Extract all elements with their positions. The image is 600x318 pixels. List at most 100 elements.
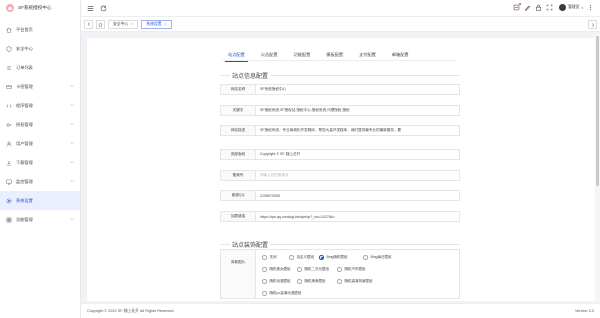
shield-icon [6, 45, 12, 52]
download-icon [6, 160, 12, 166]
field-input[interactable]: SF系统授权中心 [256, 84, 460, 95]
chevron-down-icon[interactable]: ▾ [581, 6, 583, 10]
radio-button[interactable] [337, 267, 342, 272]
site-info-section: 站点信息配置 [220, 71, 460, 83]
sidebar-item[interactable]: 监控管理 [0, 172, 80, 191]
version-label: Version 3.0 [575, 309, 594, 313]
chevron-down-icon [70, 179, 74, 183]
page-tab[interactable]: 系统设置 × [141, 19, 172, 29]
home-icon [6, 27, 12, 33]
avatar[interactable] [559, 4, 567, 11]
background-option-label: 随机高清风景壁纸 [344, 279, 373, 283]
monitor-icon [6, 179, 12, 185]
background-options: 关闭 自定义壁纸 Bing随机壁纸 Bing每日壁纸随机美女壁纸 随机二次元壁纸 随机汽车… [256, 249, 460, 299]
background-option[interactable]: 随机美女壁纸 [262, 267, 291, 272]
radio-button[interactable] [289, 255, 294, 260]
form-row: 底部版权 Copyright © SF-随上花开 [220, 149, 460, 160]
sidebar-item[interactable]: 程序管理 [0, 96, 80, 115]
field-input[interactable]: 2105970390 [256, 190, 460, 201]
menu-toggle-icon[interactable] [86, 4, 94, 12]
theme-icon[interactable] [524, 4, 531, 11]
background-option-label: 随机美食壁纸 [304, 279, 326, 283]
chevron-down-icon [70, 217, 74, 221]
form-row: 客服QQ 2105970390 [220, 190, 460, 201]
background-label: 背景图片 [220, 249, 256, 299]
app-name: SF系统授权中心 [18, 5, 52, 10]
lock-icon[interactable] [535, 4, 542, 11]
field-input[interactable]: SF授权系统,SF授权站,授权中心,授权系统,代理授权,授权 [256, 105, 460, 116]
background-option-label: Bing随机壁纸 [326, 255, 348, 259]
form-row: 关键字 SF授权系统,SF授权站,授权中心,授权系统,代理授权,授权 [220, 105, 460, 116]
sidebar-item[interactable]: 订单列表 [0, 58, 80, 77]
background-option[interactable]: 关闭 [262, 255, 277, 260]
logo-icon [6, 4, 14, 12]
background-option[interactable]: 随机美食壁纸 [297, 279, 326, 284]
close-icon[interactable]: × [131, 22, 133, 26]
sidebar-item[interactable]: 授权管理 [0, 115, 80, 134]
sidebar-item[interactable]: 用户管理 [0, 134, 80, 153]
sidebar-item-label: 卡密管理 [16, 83, 33, 89]
field-input[interactable]: SF授权系统，专业商城化开发程序，帮您大量开发程序，我们提供最专业的最新服务，要 [256, 125, 460, 136]
sidebar-item[interactable]: 下载管理 [0, 153, 80, 172]
refresh-icon[interactable] [99, 4, 107, 12]
apps-icon [6, 217, 12, 223]
radio-button[interactable] [262, 267, 267, 272]
background-option[interactable]: 自定义壁纸 [289, 255, 314, 260]
radio-button[interactable] [337, 279, 342, 284]
sidebar-item-label: 授权管理 [16, 121, 33, 127]
background-option[interactable]: 随机pc高清动漫壁纸 [262, 291, 301, 296]
background-option[interactable]: 随机汽车壁纸 [337, 267, 366, 272]
fullscreen-icon[interactable] [546, 4, 553, 11]
notification-icon[interactable] [513, 3, 522, 11]
field-label: 网站名称 [220, 84, 256, 95]
field-input[interactable]: 请输入您的备案号 [256, 170, 460, 181]
home-tab-icon[interactable] [96, 19, 105, 29]
sidebar-item[interactable]: 功能管理 [0, 210, 80, 229]
tabs-prev-icon[interactable] [84, 19, 93, 29]
tabs-underline [222, 60, 457, 61]
field-label: 底部版权 [220, 149, 256, 160]
sidebar-item[interactable]: 平台首页 [0, 20, 80, 39]
background-option-label: 随机美女壁纸 [269, 267, 291, 271]
sidebar-item-label: 用户管理 [16, 140, 33, 146]
page-tab-label: 安全中心 [113, 21, 129, 26]
background-option-label: 随机汽车壁纸 [344, 267, 366, 271]
radio-button[interactable] [262, 255, 267, 260]
username[interactable]: 管理员 [568, 5, 579, 10]
background-option[interactable]: 随机动漫壁纸 [262, 279, 291, 284]
radio-button[interactable] [262, 291, 267, 296]
radio-button[interactable] [319, 255, 324, 260]
sidebar-item[interactable]: 安全中心 [0, 39, 80, 58]
radio-button[interactable] [363, 255, 368, 260]
sidebar-item-label: 监控管理 [16, 178, 33, 184]
sidebar-item-label: 下载管理 [16, 159, 33, 165]
background-option-label: 随机二次元壁纸 [304, 267, 330, 271]
chevron-down-icon [70, 141, 74, 145]
field-input[interactable]: https://qm.qq.com/cgi-bin/qm/qr?_wv=1027… [256, 211, 460, 222]
more-icon[interactable] [587, 4, 594, 11]
scrollbar-thumb[interactable] [596, 36, 599, 186]
close-icon[interactable]: × [164, 22, 166, 26]
background-option[interactable]: Bing随机壁纸 [319, 255, 348, 260]
sidebar-item[interactable]: 卡密管理 [0, 77, 80, 96]
radio-button[interactable] [297, 267, 302, 272]
page-tab[interactable]: 安全中心 × [108, 19, 139, 29]
tabs-next-icon[interactable] [588, 20, 597, 29]
radio-button[interactable] [262, 279, 267, 284]
background-option[interactable]: Bing每日壁纸 [363, 255, 392, 260]
field-input[interactable]: Copyright © SF-随上花开 [256, 149, 460, 160]
background-option[interactable]: 随机二次元壁纸 [297, 267, 329, 272]
background-option[interactable]: 随机高清风景壁纸 [337, 279, 373, 284]
background-option-label: 自定义壁纸 [296, 255, 315, 259]
radio-button[interactable] [297, 279, 302, 284]
list-icon [6, 65, 12, 71]
code-icon [6, 103, 12, 109]
tab-bar: 安全中心 × 系统设置 × [81, 16, 600, 32]
brand[interactable]: SF系统授权中心 [0, 0, 80, 16]
sidebar-item[interactable]: 系统设置 [0, 191, 80, 210]
footer: Copyright © 2022 SF-随上花开 All Rights Rese… [81, 303, 600, 318]
field-label: 客服QQ [220, 190, 256, 201]
header-tools: 管理员 ▾ [509, 3, 594, 11]
background-option-label: 随机动漫壁纸 [269, 279, 291, 283]
top-header: 管理员 ▾ [81, 0, 600, 16]
